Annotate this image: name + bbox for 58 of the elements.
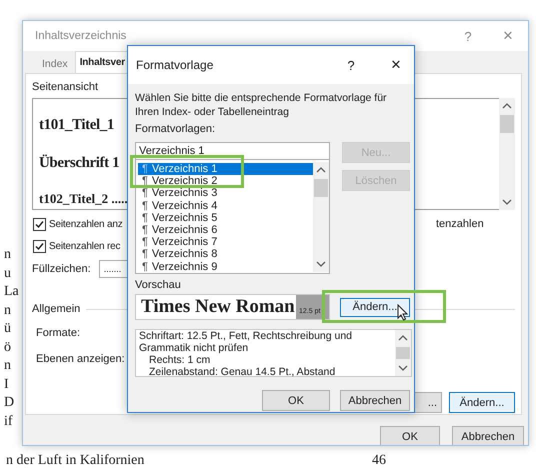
scrollbar[interactable] <box>313 162 329 272</box>
document-text: La <box>4 283 19 301</box>
field-label: Ebenen anzeigen: <box>36 352 125 366</box>
scrollbar[interactable] <box>395 330 411 376</box>
list-item[interactable]: ¶ Verzeichnis 6 <box>138 224 313 236</box>
description-line: Zeilenabstand: Genau 14.5 Pt., Abstand <box>149 366 336 378</box>
close-button[interactable]: × <box>378 55 414 75</box>
list-item[interactable]: ¶ Verzeichnis 9 <box>138 260 313 273</box>
ok-button[interactable]: OK <box>380 426 440 445</box>
document-text: ö <box>4 338 12 356</box>
dialog-title: Formatvorlage <box>135 58 214 72</box>
instruction-text: Wählen Sie bitte die entsprechende Formatvorlage für Ihren Index- oder Tabelleneintrag <box>135 91 388 119</box>
document-text: n <box>4 246 12 264</box>
window-title: Inhaltsverzeichnis <box>34 30 128 42</box>
checkbox-label: Seitenzahlen anz <box>49 218 123 230</box>
list-item[interactable]: ¶ Verzeichnis 4 <box>138 200 313 212</box>
tab[interactable]: Inhaltsver <box>74 51 130 73</box>
document-text: n der Luft in Kalifornien <box>6 453 144 469</box>
list-item[interactable]: ¶ Verzeichnis 1 <box>138 163 313 176</box>
field-label: Formate: <box>36 326 80 340</box>
description-line: Rechts: 1 cm <box>149 354 210 366</box>
help-button[interactable]: ? <box>324 58 378 72</box>
preview-text: Überschrift 1 <box>39 155 120 173</box>
preview-text: t101_Titel_1 <box>39 117 114 135</box>
document-text: u <box>4 264 12 282</box>
field-label: Formatvorlagen: <box>135 122 216 136</box>
checkbox[interactable] <box>33 240 46 252</box>
checkbox[interactable] <box>33 218 46 230</box>
preview-text: Times New Roman <box>140 295 296 319</box>
modify-button[interactable]: Ändern... <box>449 392 515 413</box>
checkbox-label: tenzahlen <box>436 218 485 230</box>
style-name-field[interactable]: Verzeichnis 1 <box>135 142 330 160</box>
cancel-button[interactable]: Abbrechen <box>452 426 524 445</box>
list-item[interactable]: ¶ Verzeichnis 7 <box>138 236 313 248</box>
document-text: D <box>4 394 16 412</box>
ok-button[interactable]: OK <box>262 390 330 411</box>
section-label: Seitenansicht <box>32 80 100 94</box>
list-item[interactable]: ¶ Verzeichnis 5 <box>138 212 313 224</box>
preview-text: t102_Titel_2 ..... <box>39 191 128 207</box>
list-item[interactable]: ¶ Verzeichnis 8 <box>138 248 313 260</box>
document-text: if <box>4 412 14 430</box>
cancel-button[interactable]: Abbrechen <box>340 390 410 411</box>
field-label: Füllzeichen: <box>32 262 91 276</box>
document-text: n <box>4 357 12 375</box>
description-line: Schriftart: 12.5 Pt., Fett, Rechtschreibung und <box>139 330 352 342</box>
document-text: I <box>4 376 10 394</box>
list-item[interactable]: ¶ Verzeichnis 3 <box>138 187 313 200</box>
pointer-icon <box>397 304 408 321</box>
scrollbar[interactable] <box>499 98 515 210</box>
section-label: Vorschau <box>135 278 182 292</box>
group-label: Allgemein <box>32 302 80 316</box>
description-line: Grammatik nicht prüfen <box>139 342 248 354</box>
checkbox-label: Seitenzahlen rec <box>49 240 120 252</box>
page-number: 46 <box>372 453 386 469</box>
document-text: n <box>4 302 12 320</box>
modify-button[interactable]: Ändern... <box>340 298 410 316</box>
document-text: ü <box>4 320 12 338</box>
tab[interactable]: Index <box>35 53 75 73</box>
